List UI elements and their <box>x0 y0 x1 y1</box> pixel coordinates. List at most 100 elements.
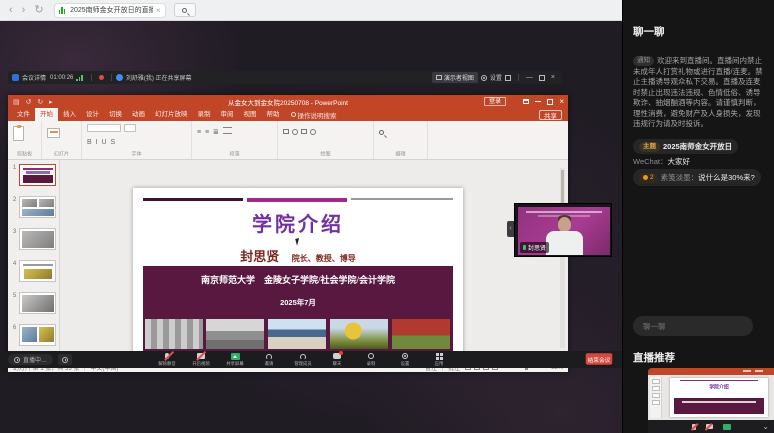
find-icon[interactable] <box>379 130 384 135</box>
chat-button[interactable]: 聊天 <box>320 352 354 369</box>
tab-file[interactable]: 文件 <box>12 108 35 121</box>
apps-button[interactable]: 应用 <box>422 352 456 369</box>
video-player[interactable]: 会议详情 01:00:26 刘舒雅(我) 正在共享屏幕 演示者视图 设置 — ×… <box>0 21 622 433</box>
thumbnail-card[interactable] <box>19 292 56 314</box>
thumbnail-1[interactable]: 1 <box>10 164 56 186</box>
align-icon[interactable] <box>223 127 232 134</box>
timer-button[interactable] <box>58 354 72 365</box>
ppt-maximize-icon[interactable] <box>547 99 553 105</box>
ppt-close-icon[interactable]: × <box>559 99 564 105</box>
thumbnail-card[interactable] <box>19 260 56 282</box>
login-button[interactable]: 登录 <box>484 97 506 106</box>
level-number: 2 <box>650 174 654 181</box>
tab-help[interactable]: 帮助 <box>262 108 285 121</box>
meeting-details-button[interactable]: 会议详情 <box>22 73 46 82</box>
tab-animations[interactable]: 动画 <box>127 108 150 121</box>
thumbnail-4[interactable]: 4 <box>10 260 56 282</box>
recording-icon <box>99 75 104 80</box>
tab-slideshow[interactable]: 幻灯片放映 <box>150 108 193 121</box>
search-button[interactable] <box>174 3 196 17</box>
tab-record[interactable]: 录制 <box>193 108 216 121</box>
manage-members-button[interactable]: 管理成员 <box>286 352 320 369</box>
invite-button[interactable]: 邀请 <box>252 352 286 369</box>
canvas-scrollbar[interactable] <box>560 168 565 348</box>
live-status-pill[interactable]: 直播中… <box>8 354 53 365</box>
chat-sidebar: 聊一聊 通知欢迎来到直播间。直播间内禁止未成年人打赏礼物或进行直播/连麦。禁止主… <box>622 0 774 433</box>
thumbnail-card[interactable] <box>19 324 56 346</box>
thumbnail-5[interactable]: 5 <box>10 292 56 314</box>
shape-icon[interactable] <box>310 129 316 135</box>
font-style-buttons[interactable]: B I U S <box>87 139 186 146</box>
notification-dot <box>339 351 343 355</box>
ribbon-group-font[interactable]: B I U S 字体 <box>82 121 192 159</box>
tab-review[interactable]: 审阅 <box>216 108 239 121</box>
thumbnail-card[interactable] <box>19 228 56 250</box>
fullscreen-icon[interactable] <box>505 75 511 81</box>
close-icon[interactable]: × <box>551 74 555 81</box>
ribbon-group-slides[interactable]: 幻灯片 <box>42 121 82 159</box>
chat-input[interactable] <box>633 316 753 336</box>
minimize-icon[interactable]: — <box>526 74 533 81</box>
ribbon-group-editing[interactable]: 编辑 <box>374 121 428 159</box>
forward-icon[interactable]: › <box>22 0 26 21</box>
thumbnail-6[interactable]: 6 <box>10 324 56 346</box>
gear-icon[interactable] <box>481 75 487 81</box>
level-dot-icon <box>643 175 648 180</box>
font-name-combobox[interactable] <box>87 124 121 132</box>
current-slide[interactable]: 学院介绍 封思贤 院长、教授、博导 南京师范大学 金陵女子学院/社会学院/会计学… <box>133 188 463 358</box>
mini-slide-title: 学院介绍 <box>685 384 754 391</box>
divider <box>91 74 92 81</box>
ribbon-group-paragraph[interactable]: ≡ ≡ ≣ 段落 <box>192 121 278 159</box>
presenter-view-button[interactable]: 演示者视图 <box>432 72 478 83</box>
maximize-icon[interactable] <box>539 75 545 81</box>
thumbnail-card[interactable] <box>19 164 56 186</box>
tab-insert[interactable]: 插入 <box>58 108 81 121</box>
share-screen-button[interactable]: 共享屏幕 <box>218 352 252 369</box>
level-badge: 2 <box>639 173 658 183</box>
refresh-icon[interactable]: ↻ <box>34 0 43 21</box>
video-panel-collapse-handle[interactable]: ‹ <box>507 221 514 237</box>
tab-close-icon[interactable]: × <box>156 6 161 15</box>
shape-icon[interactable] <box>301 129 307 134</box>
browser-tab[interactable]: 2025南师金女开放日的直播 × <box>54 3 166 18</box>
settings-button[interactable]: 设置 <box>388 352 422 369</box>
group-label: 绘图 <box>285 150 366 158</box>
recommended-live-card[interactable]: 学院介绍 ⌄ <box>648 368 774 433</box>
collapse-chevron-icon[interactable]: ⌄ <box>762 422 769 431</box>
meeting-toolbar-buttons: 解除静音 开启视频 共享屏幕 邀请 管理成员 聊天 <box>150 352 456 369</box>
campus-photo-1 <box>145 319 203 349</box>
tab-view[interactable]: 视图 <box>239 108 262 121</box>
quick-access-toolbar[interactable]: ▤ ↺ ↻ ▸ <box>13 98 55 106</box>
tab-design[interactable]: 设计 <box>81 108 104 121</box>
paragraph-buttons[interactable]: ≡ ≡ ≣ <box>197 128 220 136</box>
speaker-name: 封思贤 <box>528 243 546 252</box>
tab-transitions[interactable]: 切换 <box>104 108 127 121</box>
new-slide-icon[interactable] <box>47 128 60 138</box>
end-meeting-button[interactable]: 结束会议 <box>586 353 613 364</box>
live-stream-page: ‹ › ↻ 2025南师金女开放日的直播 × 会议详情 01:00:26 刘舒雅… <box>0 0 774 433</box>
back-icon[interactable]: ‹ <box>9 0 13 21</box>
thumbnail-3[interactable]: 3 <box>10 228 56 250</box>
tell-me-search[interactable]: 操作说明搜索 <box>291 110 337 120</box>
paste-icon[interactable] <box>13 126 24 141</box>
thumbnail-2[interactable]: 2 <box>10 196 56 218</box>
start-video-button[interactable]: 开启视频 <box>184 352 218 369</box>
ribbon-group-clipboard[interactable]: 剪贴板 <box>8 121 42 159</box>
ribbon-options-icon[interactable] <box>523 99 529 104</box>
font-size-combobox[interactable] <box>124 124 136 132</box>
unmute-button[interactable]: 解除静音 <box>150 352 184 369</box>
organization-line: 南京师范大学 金陵女子学院/社会学院/会计学院 <box>143 273 453 286</box>
floating-speaker-video[interactable]: 封思贤 <box>514 203 612 257</box>
ppt-share-button[interactable]: 共享 <box>539 110 562 120</box>
record-button[interactable]: 录制 <box>354 352 388 369</box>
settings-label[interactable]: 设置 <box>490 73 502 82</box>
shape-circle-icon[interactable] <box>292 129 298 135</box>
ppt-minimize-icon[interactable] <box>535 101 541 102</box>
slide-thumbnail-panel[interactable]: 1 2 3 4 5 <box>8 160 60 362</box>
ribbon-group-drawing[interactable]: 绘图 <box>278 121 374 159</box>
ppt-titlebar[interactable]: ▤ ↺ ↻ ▸ 从金女大到金女院20250708 - PowerPoint 登录… <box>8 95 568 108</box>
tab-home[interactable]: 开始 <box>35 108 58 121</box>
shape-rectangle-icon[interactable] <box>283 129 289 134</box>
thumbnail-card[interactable] <box>19 196 56 218</box>
screen-share-icon <box>231 353 240 360</box>
